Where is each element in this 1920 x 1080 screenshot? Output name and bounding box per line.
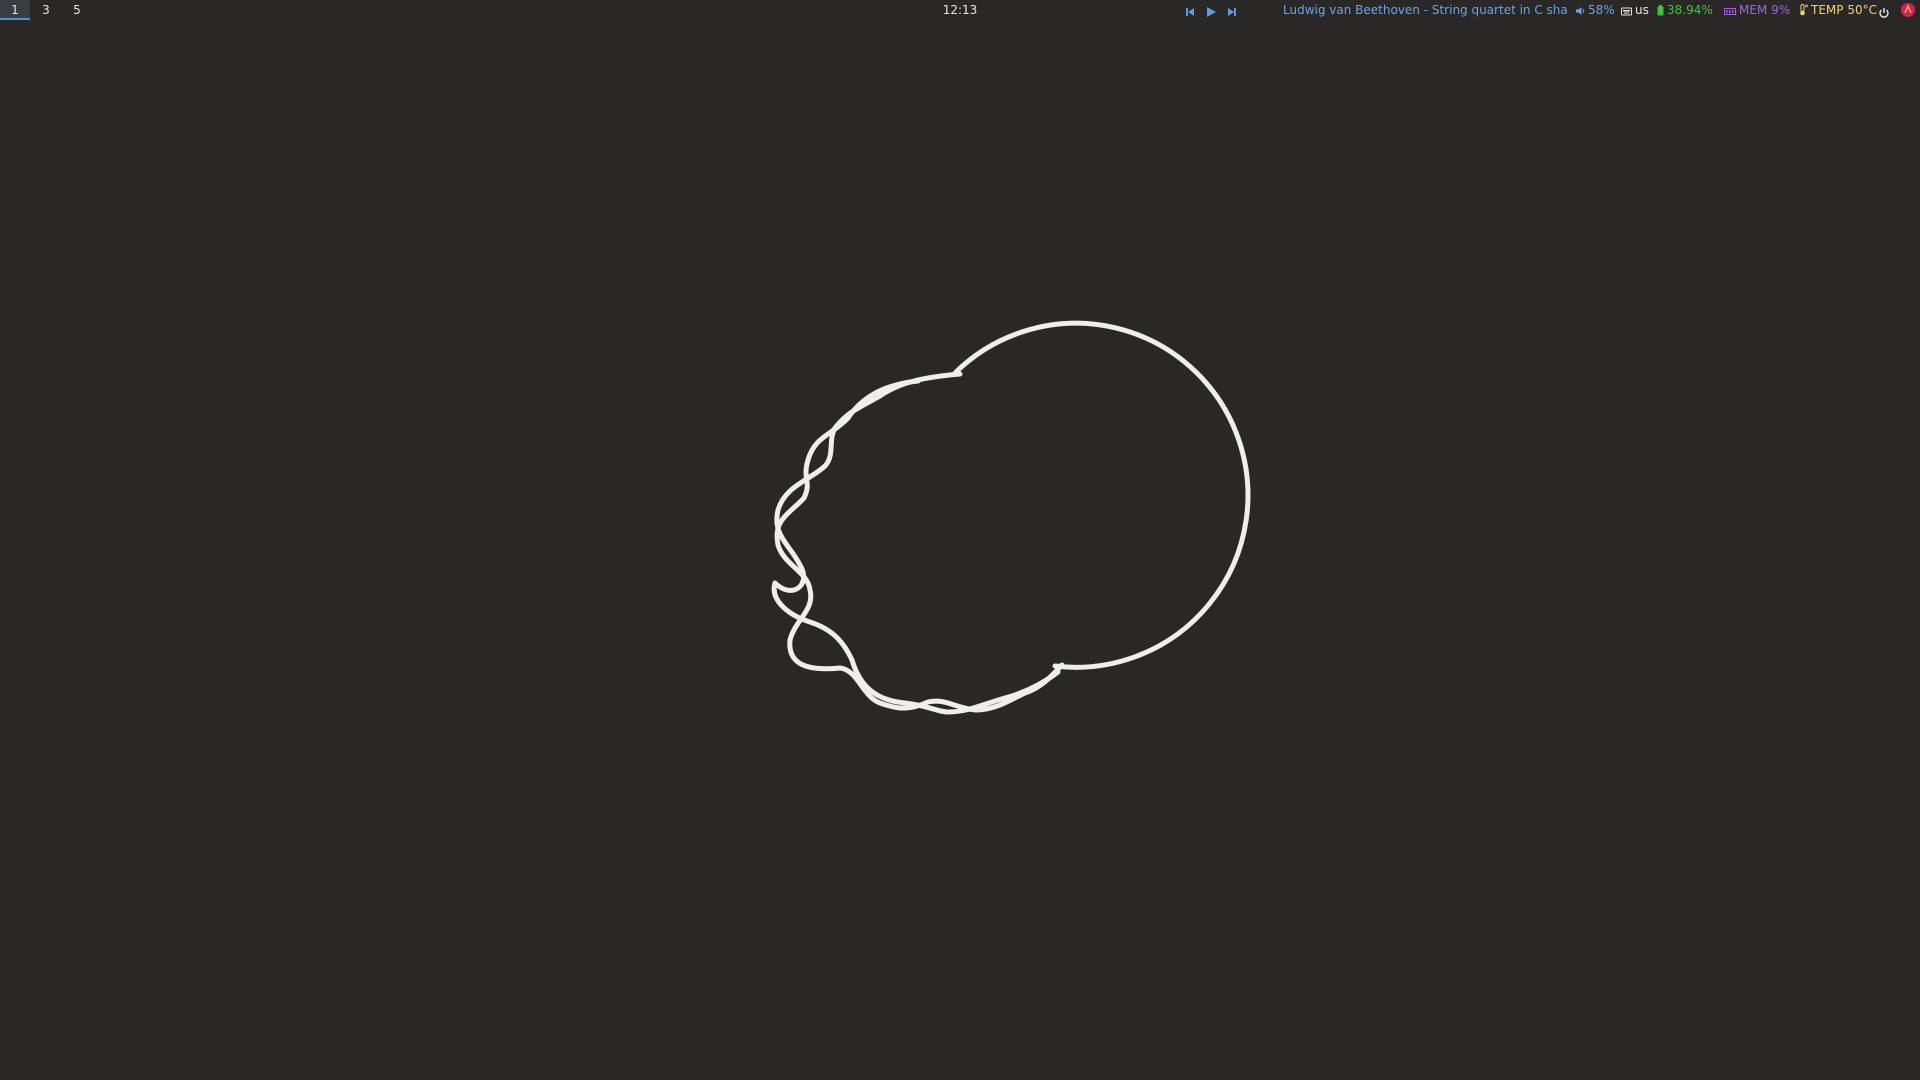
spinner-wavy-strand-2	[771, 371, 1061, 715]
loading-spinner-graphic	[771, 320, 1251, 715]
spinner-circle	[952, 320, 1251, 670]
spinner-wavy-strand-outer	[858, 373, 1074, 615]
spinner-wavy-strand-1	[774, 378, 1065, 713]
